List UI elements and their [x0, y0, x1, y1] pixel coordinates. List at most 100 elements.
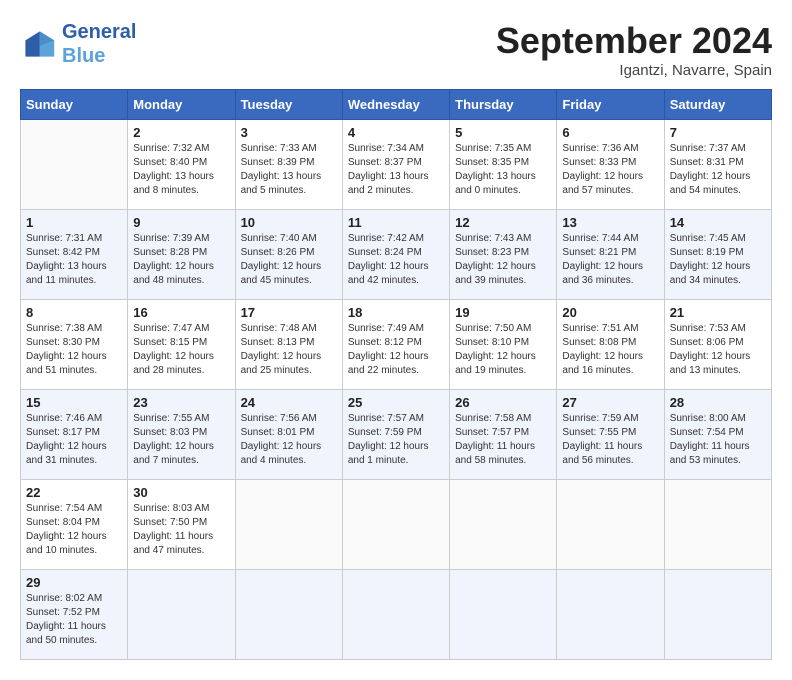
calendar-cell: 23Sunrise: 7:55 AMSunset: 8:03 PMDayligh…	[128, 390, 235, 480]
cell-info: Sunrise: 7:49 AMSunset: 8:12 PMDaylight:…	[348, 322, 444, 378]
cell-info: Sunrise: 7:38 AMSunset: 8:30 PMDaylight:…	[26, 322, 122, 378]
calendar-cell	[664, 480, 771, 570]
day-number: 22	[26, 485, 122, 500]
calendar-cell: 28Sunrise: 8:00 AMSunset: 7:54 PMDayligh…	[664, 390, 771, 480]
calendar-cell: 1 Sunrise: 7:31 AMSunset: 8:42 PMDaylight…	[21, 210, 128, 300]
col-header-thursday: Thursday	[450, 90, 557, 120]
logo: General Blue	[20, 20, 136, 68]
calendar-cell	[557, 480, 664, 570]
day-number: 21	[670, 305, 766, 320]
col-header-wednesday: Wednesday	[342, 90, 449, 120]
col-header-sunday: Sunday	[21, 90, 128, 120]
calendar-cell: 24 Sunrise: 7:56 AMSunset: 8:01 PMDayligh…	[235, 390, 342, 480]
calendar-cell: 11 Sunrise: 7:42 AMSunset: 8:24 PMDayligh…	[342, 210, 449, 300]
day-number: 14	[670, 215, 766, 230]
cell-info: Sunrise: 7:59 AMSunset: 7:55 PMDaylight:…	[562, 412, 658, 468]
calendar-cell: 26 Sunrise: 7:58 AMSunset: 7:57 PMDayligh…	[450, 390, 557, 480]
col-header-saturday: Saturday	[664, 90, 771, 120]
cell-info: Sunrise: 7:56 AMSunset: 8:01 PMDaylight:…	[241, 412, 337, 468]
day-number: 1	[26, 215, 122, 230]
cell-info: Sunrise: 8:00 AMSunset: 7:54 PMDaylight:…	[670, 412, 766, 468]
day-number: 17	[241, 305, 337, 320]
calendar-cell: 21 Sunrise: 7:53 AMSunset: 8:06 PMDayligh…	[664, 300, 771, 390]
calendar-cell: 13 Sunrise: 7:44 AMSunset: 8:21 PMDayligh…	[557, 210, 664, 300]
day-number: 11	[348, 215, 444, 230]
calendar-cell	[235, 570, 342, 660]
location: Igantzi, Navarre, Spain	[496, 62, 772, 79]
day-number: 26	[455, 395, 551, 410]
calendar-cell	[128, 570, 235, 660]
cell-info: Sunrise: 7:36 AMSunset: 8:33 PMDaylight:…	[562, 142, 658, 198]
calendar-cell: 5 Sunrise: 7:35 AMSunset: 8:35 PMDaylight…	[450, 120, 557, 210]
day-number: 20	[562, 305, 658, 320]
cell-info: Sunrise: 7:53 AMSunset: 8:06 PMDaylight:…	[670, 322, 766, 378]
calendar-cell: 19 Sunrise: 7:50 AMSunset: 8:10 PMDayligh…	[450, 300, 557, 390]
calendar-cell: 3 Sunrise: 7:33 AMSunset: 8:39 PMDaylight…	[235, 120, 342, 210]
col-header-friday: Friday	[557, 90, 664, 120]
cell-info: Sunrise: 7:33 AMSunset: 8:39 PMDaylight:…	[241, 142, 337, 198]
day-number: 16	[133, 305, 229, 320]
calendar-cell: 4 Sunrise: 7:34 AMSunset: 8:37 PMDaylight…	[342, 120, 449, 210]
calendar-cell: 7Sunrise: 7:37 AMSunset: 8:31 PMDaylight…	[664, 120, 771, 210]
cell-info: Sunrise: 7:58 AMSunset: 7:57 PMDaylight:…	[455, 412, 551, 468]
calendar-cell	[450, 570, 557, 660]
calendar-cell: 9 Sunrise: 7:39 AMSunset: 8:28 PMDaylight…	[128, 210, 235, 300]
day-number: 15	[26, 395, 122, 410]
day-number: 8	[26, 305, 122, 320]
cell-info: Sunrise: 7:47 AMSunset: 8:15 PMDaylight:…	[133, 322, 229, 378]
calendar-cell: 8 Sunrise: 7:38 AMSunset: 8:30 PMDaylight…	[21, 300, 128, 390]
cell-info: Sunrise: 7:50 AMSunset: 8:10 PMDaylight:…	[455, 322, 551, 378]
calendar-cell	[21, 120, 128, 210]
calendar-cell	[342, 480, 449, 570]
cell-info: Sunrise: 8:03 AMSunset: 7:50 PMDaylight:…	[133, 502, 229, 558]
cell-info: Sunrise: 7:57 AMSunset: 7:59 PMDaylight:…	[348, 412, 444, 468]
calendar-cell	[235, 480, 342, 570]
day-number: 6	[562, 125, 658, 140]
cell-info: Sunrise: 7:48 AMSunset: 8:13 PMDaylight:…	[241, 322, 337, 378]
page-header: General Blue September 2024 Igantzi, Nav…	[20, 20, 772, 79]
day-number: 30	[133, 485, 229, 500]
calendar-cell	[557, 570, 664, 660]
calendar-cell: 27 Sunrise: 7:59 AMSunset: 7:55 PMDayligh…	[557, 390, 664, 480]
day-number: 2	[133, 125, 229, 140]
calendar-cell	[664, 570, 771, 660]
day-number: 3	[241, 125, 337, 140]
month-title: September 2024	[496, 20, 772, 62]
cell-info: Sunrise: 7:45 AMSunset: 8:19 PMDaylight:…	[670, 232, 766, 288]
day-number: 9	[133, 215, 229, 230]
cell-info: Sunrise: 7:34 AMSunset: 8:37 PMDaylight:…	[348, 142, 444, 198]
cell-info: Sunrise: 7:42 AMSunset: 8:24 PMDaylight:…	[348, 232, 444, 288]
day-number: 7	[670, 125, 766, 140]
day-number: 5	[455, 125, 551, 140]
day-number: 4	[348, 125, 444, 140]
calendar-cell: 30 Sunrise: 8:03 AMSunset: 7:50 PMDayligh…	[128, 480, 235, 570]
calendar-cell: 12Sunrise: 7:43 AMSunset: 8:23 PMDayligh…	[450, 210, 557, 300]
day-number: 12	[455, 215, 551, 230]
cell-info: Sunrise: 7:32 AMSunset: 8:40 PMDaylight:…	[133, 142, 229, 198]
calendar-cell: 17 Sunrise: 7:48 AMSunset: 8:13 PMDayligh…	[235, 300, 342, 390]
cell-info: Sunrise: 7:40 AMSunset: 8:26 PMDaylight:…	[241, 232, 337, 288]
calendar-cell: 14 Sunrise: 7:45 AMSunset: 8:19 PMDayligh…	[664, 210, 771, 300]
col-header-tuesday: Tuesday	[235, 90, 342, 120]
day-number: 13	[562, 215, 658, 230]
day-number: 24	[241, 395, 337, 410]
logo-text: General Blue	[62, 20, 136, 68]
cell-info: Sunrise: 8:02 AMSunset: 7:52 PMDaylight:…	[26, 592, 122, 648]
cell-info: Sunrise: 7:39 AMSunset: 8:28 PMDaylight:…	[133, 232, 229, 288]
cell-info: Sunrise: 7:35 AMSunset: 8:35 PMDaylight:…	[455, 142, 551, 198]
title-block: September 2024 Igantzi, Navarre, Spain	[496, 20, 772, 79]
calendar-cell: 22Sunrise: 7:54 AMSunset: 8:04 PMDayligh…	[21, 480, 128, 570]
day-number: 19	[455, 305, 551, 320]
calendar-cell: 25 Sunrise: 7:57 AMSunset: 7:59 PMDayligh…	[342, 390, 449, 480]
cell-info: Sunrise: 7:44 AMSunset: 8:21 PMDaylight:…	[562, 232, 658, 288]
day-number: 25	[348, 395, 444, 410]
calendar-cell	[342, 570, 449, 660]
cell-info: Sunrise: 7:55 AMSunset: 8:03 PMDaylight:…	[133, 412, 229, 468]
day-number: 27	[562, 395, 658, 410]
calendar-cell: 16 Sunrise: 7:47 AMSunset: 8:15 PMDayligh…	[128, 300, 235, 390]
calendar-cell: 6 Sunrise: 7:36 AMSunset: 8:33 PMDaylight…	[557, 120, 664, 210]
day-number: 18	[348, 305, 444, 320]
day-number: 10	[241, 215, 337, 230]
calendar-cell: 15Sunrise: 7:46 AMSunset: 8:17 PMDayligh…	[21, 390, 128, 480]
cell-info: Sunrise: 7:31 AMSunset: 8:42 PMDaylight:…	[26, 232, 122, 288]
